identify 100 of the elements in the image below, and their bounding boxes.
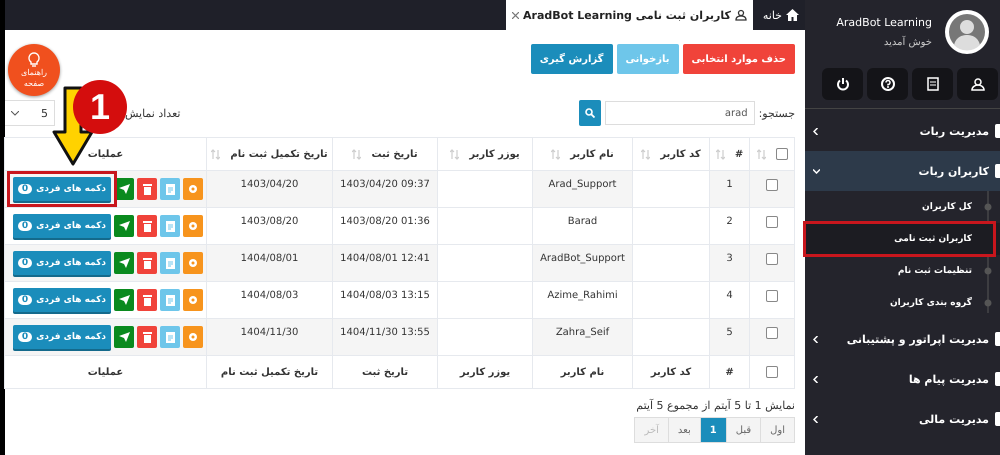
submenu-item[interactable]: گروه بندی کاربران (805, 287, 1000, 319)
checkbox[interactable] (766, 216, 778, 228)
settings-button[interactable] (183, 215, 203, 237)
registration-date: 13:55 1404/11/30 (340, 327, 430, 338)
menu-item[interactable]: مدیریت ربات (805, 111, 1000, 151)
lightbulb-icon (28, 52, 40, 66)
toolbar-button[interactable]: گزارش گیری (530, 44, 612, 74)
column-header: یوزر کاربر (460, 366, 510, 378)
document-icon (166, 332, 174, 342)
delete-button[interactable] (137, 252, 157, 274)
row-number: 2 (726, 216, 733, 227)
column-header: عملیات (88, 148, 124, 160)
settings-button[interactable] (183, 326, 203, 348)
delete-button[interactable] (137, 289, 157, 311)
completion-date: 1403/04/20 (240, 179, 298, 190)
chevron-left-icon (813, 336, 818, 342)
document-icon (166, 294, 174, 306)
settings-button[interactable] (183, 252, 203, 274)
row-number: 1 (726, 179, 733, 190)
home-icon (786, 9, 799, 21)
completion-date: 1404/08/03 (240, 290, 298, 301)
help-icon (880, 77, 894, 91)
user-name: AradBot Learning (836, 16, 932, 29)
count-badge: 0 (18, 332, 32, 342)
column-header[interactable]: کد کاربر (660, 148, 701, 160)
tab[interactable]: کاربران ثبت نامی AradBot Learning (506, 0, 753, 30)
user-icon (970, 77, 984, 91)
send-button[interactable] (114, 289, 134, 311)
username: Barad (568, 216, 598, 227)
edit-button[interactable] (160, 252, 180, 274)
settings-button[interactable] (183, 178, 203, 200)
close-icon[interactable] (512, 12, 520, 18)
select-all-checkbox[interactable] (766, 366, 778, 378)
settings-button[interactable] (183, 289, 203, 311)
edit-button[interactable] (160, 326, 180, 348)
menu-item[interactable]: کاربران ربات (805, 151, 1000, 191)
column-header[interactable]: تاریخ ثبت (371, 148, 418, 160)
menu-item[interactable]: مدیریت اپراتور و پشتیبانی (805, 319, 1000, 359)
send-button[interactable] (114, 252, 134, 274)
checkbox[interactable] (766, 179, 778, 191)
checkbox[interactable] (766, 327, 778, 339)
row-number: 3 (726, 253, 733, 264)
send-icon (118, 258, 130, 268)
menu-item[interactable]: مدیریت پیام ها (805, 359, 1000, 399)
column-header: تاریخ ثبت (362, 366, 408, 378)
column-header[interactable]: یوزر کاربر (469, 148, 520, 160)
registration-date: 01:36 1403/08/20 (340, 216, 430, 227)
send-button[interactable] (114, 326, 134, 348)
column-header[interactable]: # (734, 148, 744, 160)
count-badge: 0 (18, 221, 32, 231)
submenu-item[interactable]: تنظیمات ثبت نام (805, 255, 1000, 287)
search-button[interactable] (578, 100, 601, 126)
send-icon (118, 184, 130, 194)
submenu-item[interactable]: کل کاربران (805, 191, 1000, 223)
checkbox[interactable] (766, 253, 778, 265)
edit-button[interactable] (160, 178, 180, 200)
username: Arad_Support (548, 179, 616, 190)
toolbar-button[interactable]: حذف موارد انتخابی (682, 44, 795, 74)
search-icon (584, 108, 595, 118)
registration-date: 13:15 1404/08/03 (340, 290, 430, 301)
page-button[interactable]: قبل (726, 417, 762, 443)
column-header: تاریخ تکمیل ثبت نام (220, 366, 318, 378)
help-button[interactable]: راهنمای صفحه (8, 44, 60, 96)
registration-date: 12:41 1404/08/01 (340, 253, 430, 264)
select-all-checkbox[interactable] (776, 148, 788, 160)
chevron-left-icon (813, 376, 818, 382)
gear-icon (188, 184, 198, 194)
edit-button[interactable] (160, 215, 180, 237)
chevron-down-icon (11, 110, 19, 116)
completion-date: 1404/08/01 (240, 253, 298, 264)
checkbox[interactable] (766, 290, 778, 302)
menu-item[interactable]: مدیریت مالی (805, 399, 1000, 439)
delete-button[interactable] (137, 215, 157, 237)
count-badge: 0 (18, 295, 32, 305)
registration-date: 09:37 1403/04/20 (340, 179, 430, 190)
chevron-left-icon (813, 128, 818, 134)
search-field[interactable]: arad (604, 101, 755, 125)
logout-button[interactable] (822, 68, 863, 100)
trash-icon (142, 258, 152, 268)
help-button[interactable] (867, 68, 908, 100)
chevron-down-icon (813, 168, 820, 174)
submenu-item[interactable]: کاربران ثبت نامی (805, 223, 1000, 255)
send-button[interactable] (114, 215, 134, 237)
delete-button[interactable] (137, 178, 157, 200)
column-header[interactable]: نام کاربر (570, 148, 614, 160)
column-header: کد کاربر (650, 366, 692, 378)
send-icon (118, 332, 130, 342)
search-label: جستجو: (758, 106, 795, 120)
delete-button[interactable] (137, 326, 157, 348)
page-button[interactable]: بعد (668, 417, 701, 443)
user-icon (734, 9, 747, 21)
page-button[interactable]: 1 (700, 417, 727, 443)
profile-button[interactable] (957, 68, 998, 100)
pagination-summary: نمایش 1 تا 5 آیتم از مجموع 5 آیتم (635, 399, 795, 412)
count-badge: 0 (18, 184, 32, 194)
document-button[interactable] (912, 68, 953, 100)
page-size-select[interactable]: 5 (5, 100, 55, 126)
page-button[interactable]: اول (760, 417, 795, 443)
edit-button[interactable] (160, 289, 180, 311)
greeting: خوش آمدید (882, 37, 932, 48)
